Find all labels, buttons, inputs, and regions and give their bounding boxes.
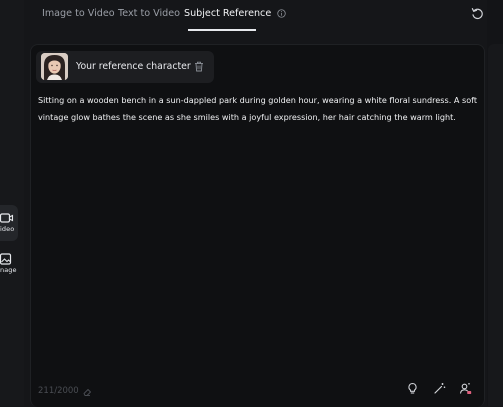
magic-wand-icon[interactable]	[433, 382, 446, 395]
lightbulb-icon[interactable]	[406, 382, 419, 395]
character-count: 211/2000	[38, 386, 79, 396]
trash-icon[interactable]	[194, 61, 204, 72]
tab-label: Subject Reference	[184, 8, 272, 19]
reference-avatar	[41, 53, 68, 80]
active-tab-indicator	[188, 29, 256, 31]
sidebar-item-image[interactable]: nage	[0, 253, 24, 274]
tab-image-to-video[interactable]: Image to Video	[42, 8, 115, 19]
sidebar-item-label: nage	[0, 266, 17, 274]
image-icon	[0, 253, 12, 265]
video-icon	[0, 213, 14, 223]
ai-character-icon[interactable]	[459, 382, 472, 395]
sidebar-item-video[interactable]: ideo	[0, 212, 24, 233]
prompt-textarea[interactable]: Sitting on a wooden bench in a sun-dappl…	[38, 92, 478, 125]
eraser-icon[interactable]	[82, 387, 92, 397]
info-icon[interactable]	[277, 8, 286, 18]
refresh-icon[interactable]	[471, 7, 484, 20]
right-panel-edge	[488, 44, 503, 406]
reference-character-label: Your reference character	[76, 61, 191, 72]
tab-text-to-video[interactable]: Text to Video	[118, 8, 180, 19]
left-sidebar	[0, 0, 24, 406]
sidebar-item-label: ideo	[0, 225, 15, 233]
tab-subject-reference[interactable]: Subject Reference	[184, 8, 286, 19]
